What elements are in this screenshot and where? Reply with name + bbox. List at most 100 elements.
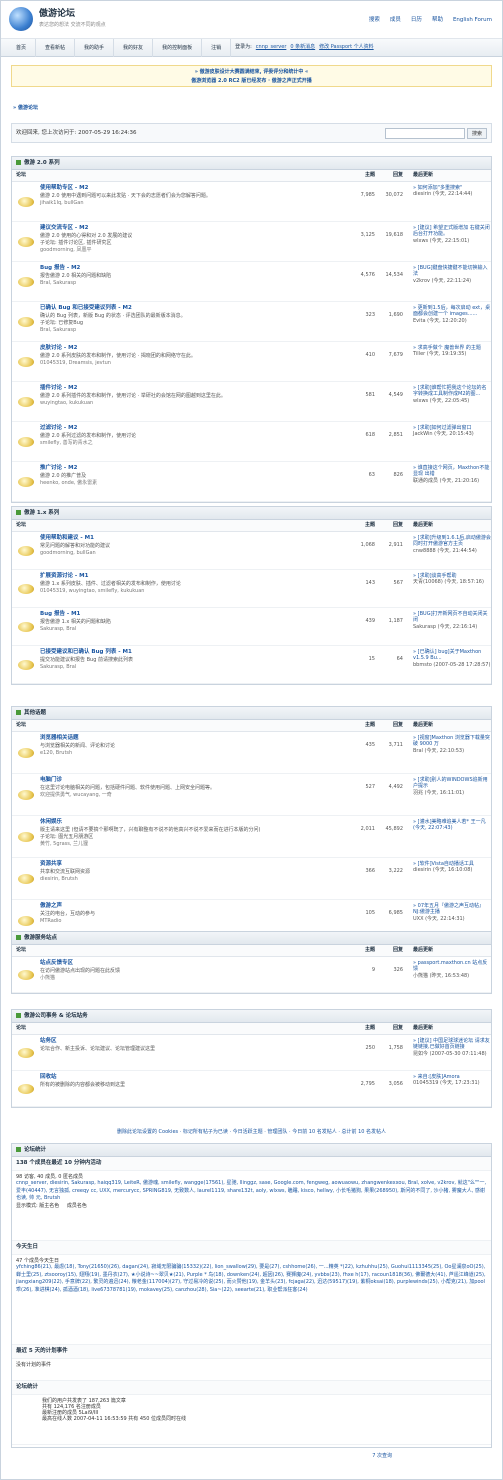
forum-moderators[interactable]: Bral, Sakurasp xyxy=(40,327,347,333)
column-headers: 论坛 主题 回复 最后更新 xyxy=(12,945,491,957)
forum-moderators[interactable]: Sakurasp, Bral xyxy=(40,626,347,632)
last-post-link[interactable]: » [求助]升级到1.6.1后,启动傲游会同时打开傲游官方主页 xyxy=(413,535,491,548)
last-post-link[interactable]: » [视窗]Maxthon 浏览器下载量突破 9000 万 xyxy=(413,735,491,748)
forum-moderators[interactable]: wuyingtao, kukukuan xyxy=(40,400,347,406)
forum-title-link[interactable]: 站务区 xyxy=(40,1038,347,1045)
subforum-links[interactable]: 子论坛: 图光五月朋游区 xyxy=(40,834,347,840)
forum-moderators[interactable]: heenko, onde, 傲永雷素 xyxy=(40,480,347,486)
forum-title-link[interactable]: 使用帮助和建议 - M1 xyxy=(40,535,347,542)
forum-moderators[interactable]: smilefly, 善写的青水之 xyxy=(40,440,347,446)
last-post-link[interactable]: » [BUG]键盘快捷键不能切换输入法 xyxy=(413,265,491,278)
active-users-list[interactable]: cnnp_server, diesirin, Sakurasp, haiqq31… xyxy=(16,1180,487,1203)
forum-title-link[interactable]: 建议交流专区 - M2 xyxy=(40,225,347,232)
forum-moderators[interactable]: Sakurasp, Bral xyxy=(40,664,347,670)
col-forum: 论坛 xyxy=(16,172,27,179)
subforum-links[interactable]: 子论坛: 已修复Bug xyxy=(40,320,347,326)
top-link-search[interactable]: 搜索 xyxy=(369,17,380,24)
forum-moderators[interactable]: diesirin, Brutsh xyxy=(40,876,347,882)
announcement-link-1[interactable]: » 傲游皮肤设计大赛圆满结束, 评委评分和统计中 « xyxy=(195,69,309,75)
tab-logout[interactable]: 注销 xyxy=(202,38,232,57)
collapse-toggle-icon[interactable] xyxy=(16,710,21,715)
forum-moderators[interactable]: e120, Brutsh xyxy=(40,750,347,756)
last-post-link[interactable]: » [灌水]美略难追美人若* 王一凡 (今天, 22:07:43) xyxy=(413,819,491,832)
col-last-update: 最后更新 xyxy=(413,1025,434,1032)
forum-moderators[interactable]: Bral, Sakurasp xyxy=(40,280,347,286)
forum-title-link[interactable]: 站点反馈专区 xyxy=(40,960,347,967)
collapse-toggle-icon[interactable] xyxy=(16,1013,21,1018)
last-post-link[interactable]: » passport.maxthon.cn 站点反馈 xyxy=(413,960,491,973)
last-post-link[interactable]: » [建议] 希望正式版增加 右键关闭后台打开功能。 xyxy=(413,225,491,238)
legend: 显示模式: 版主名色 成员名色 xyxy=(16,1203,487,1209)
search-button[interactable]: 搜索 xyxy=(467,128,487,140)
forum-moderators[interactable]: 01045319, wuyingtao, smilefly, kukukuan xyxy=(40,588,347,594)
top-link-english-forum[interactable]: English Forum xyxy=(453,17,492,24)
top-link-members[interactable]: 成员 xyxy=(390,17,401,24)
tab-my-assistant[interactable]: 我的助手 xyxy=(75,38,115,57)
forum-title-link[interactable]: 插件讨论 - M2 xyxy=(40,385,347,392)
birthday-users-list[interactable]: yfching86(21), 最虐(18), Tony(21650)(26), … xyxy=(16,1264,487,1294)
username-link[interactable]: cnnp_server xyxy=(256,44,287,50)
edit-passport-link[interactable]: 修改 Passport 个人资料 xyxy=(319,44,374,50)
birthday-block: 47 个成员今天生日 yfching86(21), 最虐(18), Tony(2… xyxy=(12,1255,491,1345)
last-post-link[interactable]: » [BUG]打开新网页不自动关闭关闭 xyxy=(413,611,491,624)
forum-title-link[interactable]: 过滤讨论 - M2 xyxy=(40,425,347,432)
site-logo-icon[interactable] xyxy=(9,7,33,31)
post-count: 4,549 xyxy=(388,392,403,398)
section-title: 其他话题 xyxy=(24,710,47,716)
forum-title-link[interactable]: 休闲娱乐 xyxy=(40,819,347,826)
post-count: 64 xyxy=(396,656,403,662)
post-count: 2,911 xyxy=(388,542,403,548)
post-count: 2,851 xyxy=(388,432,403,438)
forum-title-link[interactable]: 已确认 Bug 和已接受建议列表 - M2 xyxy=(40,305,347,312)
last-post-link[interactable]: » [求助]别人的WINDOWS追新用户提示 xyxy=(413,777,491,790)
post-count: 1,758 xyxy=(388,1045,403,1051)
forum-title-link[interactable]: 皮肤讨论 - M2 xyxy=(40,345,347,352)
tab-control-panel[interactable]: 我的控制面板 xyxy=(153,38,203,57)
last-post-meta: 小熊猫 (昨天, 16:53:48) xyxy=(413,972,470,979)
forum-title-link[interactable]: 浏览器相关话题 xyxy=(40,735,347,742)
forum-title-link[interactable]: 推广讨论 - M2 xyxy=(40,465,347,472)
last-post-link[interactable]: » 谁直接这个网页，Maxthon不能显现 出错 xyxy=(413,465,491,478)
forum-title-link[interactable]: 资源共享 xyxy=(40,861,347,868)
tab-new-posts[interactable]: 查看新帖 xyxy=(36,38,76,57)
forum-moderators[interactable]: goodmorning, bullGan xyxy=(40,550,347,556)
forum-moderators[interactable]: jihaik1Iq, bullGan xyxy=(40,200,347,206)
last-post-link[interactable]: » 更新到1.5后，每次启动 ext，桌面都会创建一个 images...... xyxy=(413,305,491,318)
forum-moderators[interactable]: 黄竹, 5grass, 兰儿狸 xyxy=(40,841,347,847)
forum-title-link[interactable]: Bug 报告 - M1 xyxy=(40,611,347,618)
last-post-link[interactable]: » 07年五月『傲游之声互动帖』 NJ:傲游主播 xyxy=(413,903,491,916)
last-post-link[interactable]: » [已确认] bug]关于Maxthon v1.5.9 Bu... xyxy=(413,649,491,662)
breadcrumb[interactable]: » 傲游论坛 xyxy=(13,105,490,111)
forum-description: 在这里讨论电脑相关的问题，包括硬件问题、软件使用问题、上网安全问题等。 xyxy=(40,784,216,791)
forum-description: 报告傲游 2.0 相关的问题和缺陷 xyxy=(40,272,112,279)
tab-my-friends[interactable]: 我的好友 xyxy=(114,38,154,57)
forum-title-link[interactable]: 扩展资源讨论 - M1 xyxy=(40,573,347,580)
top-link-calendar[interactable]: 日历 xyxy=(411,17,422,24)
announcement-link-2[interactable]: 傲游浏览器 2.0 RC2 版已经发布 · 傲游之声正式开播 xyxy=(191,78,311,84)
collapse-toggle-icon[interactable] xyxy=(16,510,21,515)
footer-links[interactable]: 删除此论坛设置的 Cookies · 标记所有帖子为已读 · 今日活跃主题 · … xyxy=(1,1129,502,1135)
forum-title-link[interactable]: 电脑门诊 xyxy=(40,777,347,784)
forum-moderators[interactable]: goodmorning, 凤凰平 xyxy=(40,247,347,253)
forum-moderators[interactable]: 欢迎提供勇气, wucayang, 一奇 xyxy=(40,792,347,798)
forum-moderators[interactable]: 小熊猫 xyxy=(40,975,347,981)
forum-title-link[interactable]: 使用帮助专区 - M2 xyxy=(40,185,347,192)
forum-title-link[interactable]: 已接受建议和已确认 Bug 列表 - M1 xyxy=(40,649,347,656)
forum-title-link[interactable]: 回收站 xyxy=(40,1074,347,1081)
subforum-links[interactable]: 子论坛: 插件讨论区, 插件研究区 xyxy=(40,240,347,246)
forum-moderators[interactable]: MTRadio xyxy=(40,918,347,924)
last-post-link[interactable]: » [建议] 中国足球球迷论坛 请求友链链接,已做好首页链接 xyxy=(413,1038,491,1051)
last-post-link[interactable]: » [求助]谁帮忙把我这个论坛的名字转换成工具制作成M2的图... xyxy=(413,385,491,398)
collapse-toggle-icon[interactable] xyxy=(16,160,21,165)
forum-title-link[interactable]: Bug 报告 - M2 xyxy=(40,265,347,272)
forum-row: 皮肤讨论 - M2 傲游 2.0 系列皮肤的发布和制作，使用讨论 · 揭晓团的和网… xyxy=(12,342,491,382)
forum-moderators[interactable]: 01045319, Dreamsis, jevtun xyxy=(40,360,347,366)
search-input[interactable] xyxy=(385,128,465,140)
forum-title-link[interactable]: 傲游之声 xyxy=(40,903,347,910)
new-messages-link[interactable]: 0 条新消息 xyxy=(290,44,315,50)
forum-status-icon xyxy=(18,316,34,327)
collapse-toggle-icon[interactable] xyxy=(16,935,21,940)
top-link-help[interactable]: 帮助 xyxy=(432,17,443,24)
tab-home[interactable]: 首页 xyxy=(7,38,37,57)
col-posts: 回复 xyxy=(392,172,403,179)
